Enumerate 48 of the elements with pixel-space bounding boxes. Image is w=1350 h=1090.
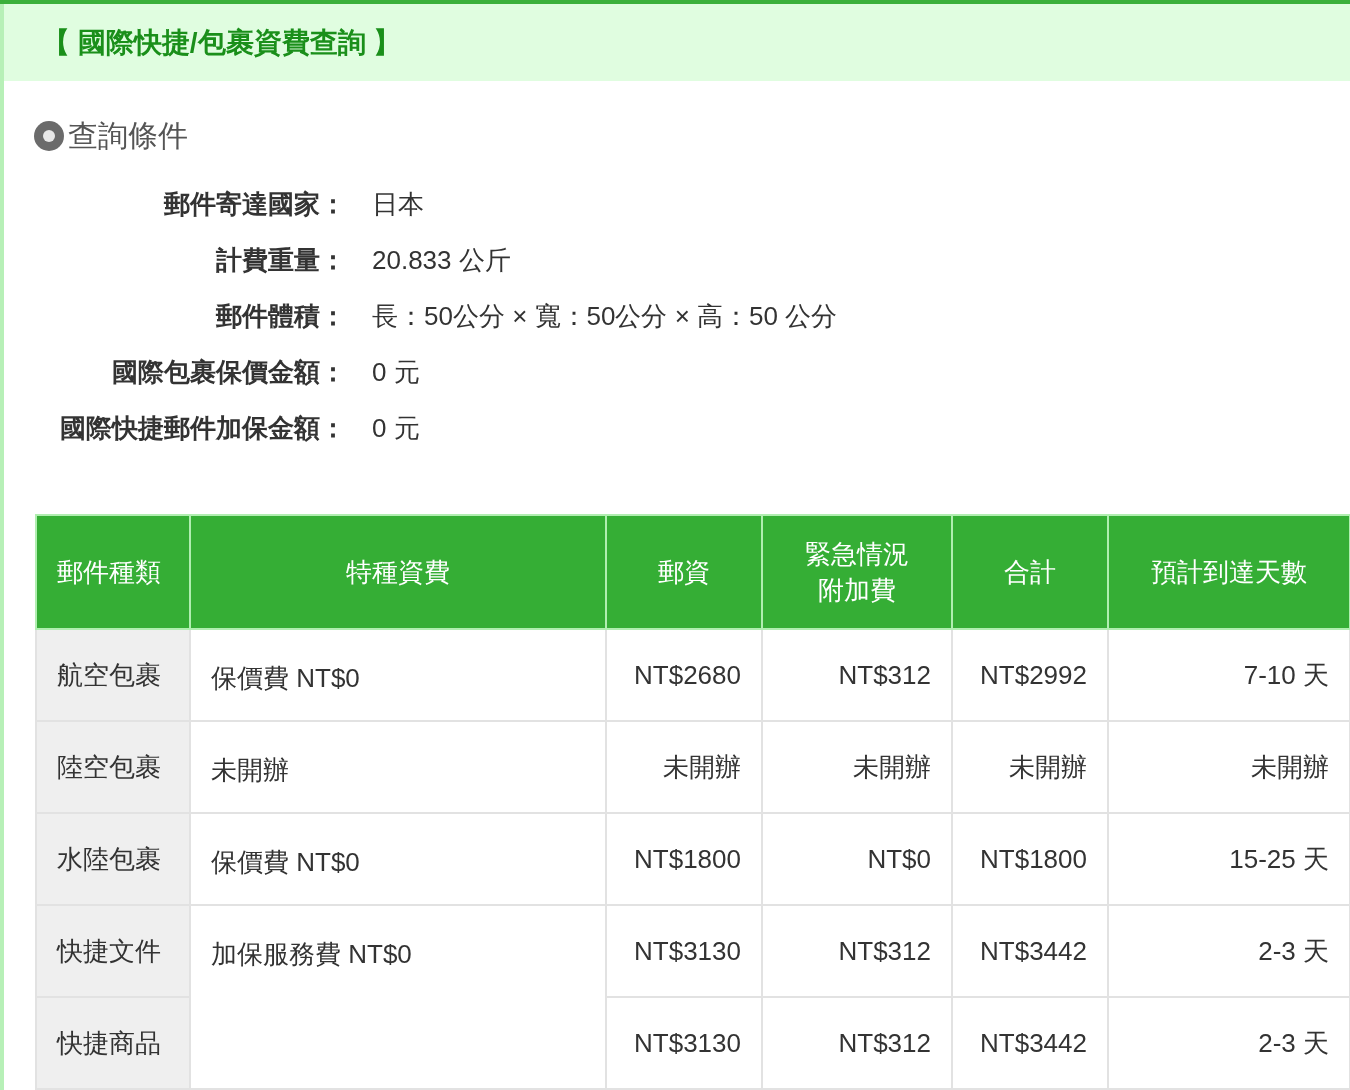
table-cell: 保價費 NT$0	[190, 813, 606, 905]
table-cell: 7-10 天	[1108, 629, 1350, 721]
table-cell: NT$312	[762, 905, 952, 997]
table-cell: 未開辦	[1108, 721, 1350, 813]
table-cell: NT$312	[762, 629, 952, 721]
table-cell: 未開辦	[606, 721, 762, 813]
table-cell: NT$1800	[952, 813, 1108, 905]
condition-value: 20.833 公斤	[372, 243, 511, 277]
condition-value: 日本	[372, 187, 424, 221]
condition-value: 長：50公分 × 寬：50公分 × 高：50 公分	[372, 299, 838, 333]
column-header: 預計到達天數	[1108, 515, 1350, 629]
column-header: 郵資	[606, 515, 762, 629]
condition-label: 郵件體積：	[216, 300, 346, 331]
table-cell: 水陸包裹	[36, 813, 190, 905]
condition-label: 計費重量：	[216, 244, 346, 275]
table-cell: 2-3 天	[1108, 997, 1350, 1089]
column-header: 合計	[952, 515, 1108, 629]
table-cell: 15-25 天	[1108, 813, 1350, 905]
table-cell: NT$2992	[952, 629, 1108, 721]
column-header: 緊急情況附加費	[762, 515, 952, 629]
condition-label: 國際快捷郵件加保金額：	[60, 412, 346, 443]
table-cell: NT$1800	[606, 813, 762, 905]
condition-value: 0 元	[372, 355, 420, 389]
table-cell: NT$3442	[952, 905, 1108, 997]
table-cell: 2-3 天	[1108, 905, 1350, 997]
table-cell: 快捷文件	[36, 905, 190, 997]
table-cell: 陸空包裹	[36, 721, 190, 813]
condition-label: 郵件寄達國家：	[164, 188, 346, 219]
table-cell: NT$2680	[606, 629, 762, 721]
table-cell: 加保服務費 NT$0	[190, 905, 606, 1089]
section-heading: 查詢條件	[68, 118, 188, 154]
table-cell: NT$3130	[606, 905, 762, 997]
table-cell: 快捷商品	[36, 997, 190, 1089]
column-header: 郵件種類	[36, 515, 190, 629]
table-cell: 未開辦	[190, 721, 606, 813]
column-header: 特種資費	[190, 515, 606, 629]
table-cell: NT$312	[762, 997, 952, 1089]
table-cell: 航空包裹	[36, 629, 190, 721]
condition-label: 國際包裹保價金額：	[112, 356, 346, 387]
table-cell: NT$0	[762, 813, 952, 905]
table-cell: NT$3130	[606, 997, 762, 1089]
page-title: 【 國際快捷/包裹資費查詢 】	[42, 25, 402, 60]
condition-value: 0 元	[372, 411, 420, 445]
table-cell: NT$3442	[952, 997, 1108, 1089]
table-cell: 未開辦	[952, 721, 1108, 813]
table-cell: 未開辦	[762, 721, 952, 813]
table-cell: 保價費 NT$0	[190, 629, 606, 721]
radio-bullet-icon	[34, 120, 64, 151]
